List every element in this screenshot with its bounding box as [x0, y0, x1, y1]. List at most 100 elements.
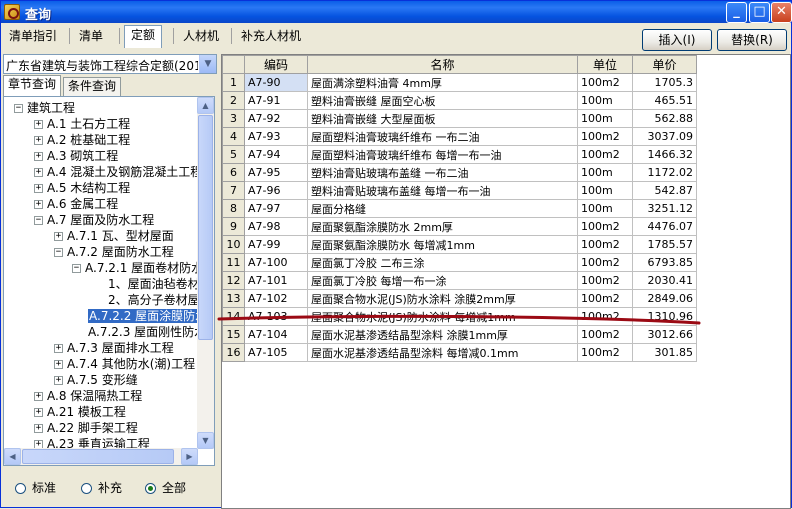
- column-header-unit[interactable]: 单位: [577, 55, 633, 74]
- expand-icon[interactable]: +: [34, 152, 43, 161]
- expand-icon[interactable]: +: [34, 424, 43, 433]
- expand-icon[interactable]: +: [34, 120, 43, 129]
- expand-icon[interactable]: +: [34, 200, 43, 209]
- quota-grid[interactable]: 编码 名称 单位 单价 1 A7-90 屋面满涂塑料油膏 4mm厚 100m2 1705…: [221, 54, 791, 509]
- app-icon: [4, 4, 20, 20]
- radio-dot[interactable]: [81, 483, 92, 494]
- collapse-icon[interactable]: −: [14, 104, 23, 113]
- expand-icon[interactable]: +: [34, 408, 43, 417]
- window-title: 查询: [25, 8, 52, 23]
- table-row[interactable]: 2 A7-91 塑料油膏嵌缝 屋面空心板 100m 465.51: [222, 91, 697, 110]
- tab-list[interactable]: 清单: [73, 27, 109, 47]
- scroll-thumb[interactable]: [198, 115, 213, 340]
- tree-node[interactable]: + A.7.4 其他防水(潮)工程: [54, 356, 195, 372]
- expand-icon[interactable]: +: [54, 232, 63, 241]
- subtab-condition-search[interactable]: 条件查询: [63, 77, 122, 96]
- expand-icon[interactable]: +: [34, 168, 43, 177]
- table-row[interactable]: 5 A7-94 屋面塑料油膏玻璃纤维布 每增一布一油 100m2 1466.32: [222, 145, 697, 164]
- quota-library-select[interactable]: 广东省建筑与装饰工程综合定额(2010) ▼: [3, 54, 217, 74]
- scroll-left-icon[interactable]: ◀: [4, 448, 21, 465]
- expand-icon[interactable]: +: [34, 136, 43, 145]
- tab-separator: [231, 28, 232, 44]
- minimize-button[interactable]: _: [726, 2, 747, 23]
- expand-icon[interactable]: +: [54, 376, 63, 385]
- tree-node[interactable]: + A.8 保温隔热工程: [34, 388, 142, 404]
- tree-node[interactable]: + A.7.3 屋面排水工程: [54, 340, 174, 356]
- maximize-button[interactable]: □: [749, 2, 770, 23]
- collapse-icon[interactable]: −: [54, 248, 63, 257]
- tree-node[interactable]: − A.7.2 屋面防水工程: [54, 244, 174, 260]
- tab-labor-material-machine[interactable]: 人材机: [177, 27, 225, 47]
- table-row[interactable]: 9 A7-98 屋面聚氨酯涂膜防水 2mm厚 100m2 4476.07: [222, 217, 697, 236]
- scroll-right-icon[interactable]: ▶: [181, 448, 198, 465]
- tree-node[interactable]: − A.7.2.1 屋面卷材防水: [72, 260, 198, 276]
- table-row[interactable]: 13 A7-102 屋面聚合物水泥(JS)防水涂料 涂膜2mm厚 100m2 2849.…: [222, 289, 697, 308]
- quota-library-value: 广东省建筑与装饰工程综合定额(2010): [6, 59, 198, 73]
- column-header-index: [222, 55, 245, 74]
- table-row[interactable]: 1 A7-90 屋面满涂塑料油膏 4mm厚 100m2 1705.3: [222, 73, 697, 92]
- tree-node[interactable]: + A.22 脚手架工程: [34, 420, 138, 436]
- tab-supplementary-lmm[interactable]: 补充人材机: [235, 27, 307, 47]
- tree-node[interactable]: + A.21 模板工程: [34, 404, 126, 420]
- expand-icon[interactable]: +: [34, 184, 43, 193]
- chapter-tree[interactable]: − 建筑工程 + A.1 土石方工程 + A.2 桩基础工程 + A.3 砌筑工程 + A…: [3, 96, 215, 466]
- tab-separator: [173, 28, 174, 44]
- tree-node[interactable]: + A.3 砌筑工程: [34, 148, 118, 164]
- column-header-name[interactable]: 名称: [307, 55, 578, 74]
- table-row[interactable]: 7 A7-96 塑料油膏贴玻璃布盖缝 每增一布一油 100m 542.87: [222, 181, 697, 200]
- table-row[interactable]: 15 A7-104 屋面水泥基渗透结晶型涂料 涂膜1mm厚 100m2 3012.66: [222, 325, 697, 344]
- radio-all[interactable]: 全部: [145, 481, 186, 495]
- column-header-code[interactable]: 编码: [244, 55, 308, 74]
- table-row[interactable]: 6 A7-95 塑料油膏贴玻璃布盖缝 一布二油 100m 1172.02: [222, 163, 697, 182]
- dropdown-arrow-icon[interactable]: ▼: [199, 55, 216, 73]
- insert-button[interactable]: 插入(I): [642, 29, 712, 51]
- column-header-price[interactable]: 单价: [632, 55, 697, 74]
- radio-dot[interactable]: [15, 483, 26, 494]
- library-filter-radios: 标准 补充 全部: [3, 471, 217, 509]
- table-row[interactable]: 10 A7-99 屋面聚氨酯涂膜防水 每增减1mm 100m2 1785.57: [222, 235, 697, 254]
- radio-dot[interactable]: [145, 483, 156, 494]
- tree-node[interactable]: + A.7.1 瓦、型材屋面: [54, 228, 174, 244]
- query-window: 查询 _ □ ✕ 清单指引 清单 定额 人材机 补充人材机 插入(I) 替换(R…: [0, 0, 792, 509]
- table-row[interactable]: 4 A7-93 屋面塑料油膏玻璃纤维布 一布二油 100m2 3037.09: [222, 127, 697, 146]
- tree-node-selected[interactable]: A.7.2.2 屋面涂膜防水: [88, 308, 198, 324]
- table-row[interactable]: 8 A7-97 屋面分格缝 100m 3251.12: [222, 199, 697, 218]
- subtab-chapter-search[interactable]: 章节查询: [3, 75, 62, 96]
- scroll-down-icon[interactable]: ▼: [197, 432, 214, 449]
- table-row[interactable]: 3 A7-92 塑料油膏嵌缝 大型屋面板 100m 562.88: [222, 109, 697, 128]
- scroll-thumb[interactable]: [22, 449, 174, 464]
- replace-button[interactable]: 替换(R): [717, 29, 787, 51]
- radio-standard[interactable]: 标准: [15, 481, 56, 495]
- title-bar[interactable]: 查询 _ □ ✕: [1, 1, 792, 23]
- tab-quota[interactable]: 定额: [124, 25, 163, 48]
- expand-icon[interactable]: +: [54, 344, 63, 353]
- tree-node[interactable]: − A.7 屋面及防水工程: [34, 212, 154, 228]
- tree-node[interactable]: + A.7.5 变形缝: [54, 372, 138, 388]
- tree-node[interactable]: + A.6 金属工程: [34, 196, 118, 212]
- tree-vertical-scrollbar[interactable]: ▲ ▼: [197, 97, 214, 449]
- tree-node[interactable]: + A.5 木结构工程: [34, 180, 130, 196]
- collapse-icon[interactable]: −: [72, 264, 81, 273]
- collapse-icon[interactable]: −: [34, 216, 43, 225]
- tree-viewport: − 建筑工程 + A.1 土石方工程 + A.2 桩基础工程 + A.3 砌筑工程 + A…: [4, 97, 198, 449]
- tree-node[interactable]: + A.1 土石方工程: [34, 116, 130, 132]
- tree-node[interactable]: − 建筑工程: [14, 100, 75, 116]
- table-row[interactable]: 12 A7-101 屋面氯丁冷胶 每增一布一涂 100m2 2030.41: [222, 271, 697, 290]
- tab-list-guide[interactable]: 清单指引: [3, 27, 63, 47]
- table-row[interactable]: 11 A7-100 屋面氯丁冷胶 二布三涂 100m2 6793.85: [222, 253, 697, 272]
- close-button[interactable]: ✕: [771, 2, 792, 23]
- expand-icon[interactable]: +: [34, 392, 43, 401]
- radio-supplementary[interactable]: 补充: [81, 481, 122, 495]
- tree-node[interactable]: 1、屋面油毡卷材: [108, 276, 198, 292]
- tree-node[interactable]: + A.4 混凝土及钢筋混凝土工程: [34, 164, 198, 180]
- table-header-row: 编码 名称 单位 单价: [222, 55, 697, 74]
- expand-icon[interactable]: +: [54, 360, 63, 369]
- table-row[interactable]: 14 A7-103 屋面聚合物水泥(JS)防水涂料 每增减1mm 100m2 1310.…: [222, 307, 697, 326]
- tree-node[interactable]: + A.2 桩基础工程: [34, 132, 130, 148]
- tree-node[interactable]: 2、高分子卷材屋面: [108, 292, 198, 308]
- table-row[interactable]: 16 A7-105 屋面水泥基渗透结晶型涂料 每增减0.1mm 100m2 301.85: [222, 343, 697, 362]
- scroll-up-icon[interactable]: ▲: [197, 97, 214, 114]
- left-panel: 广东省建筑与装饰工程综合定额(2010) ▼ 章节查询 条件查询 − 建筑工程 +…: [1, 51, 218, 509]
- tree-horizontal-scrollbar[interactable]: ◀ ▶: [4, 448, 198, 465]
- tree-node[interactable]: A.7.2.3 屋面刚性防水: [88, 324, 198, 340]
